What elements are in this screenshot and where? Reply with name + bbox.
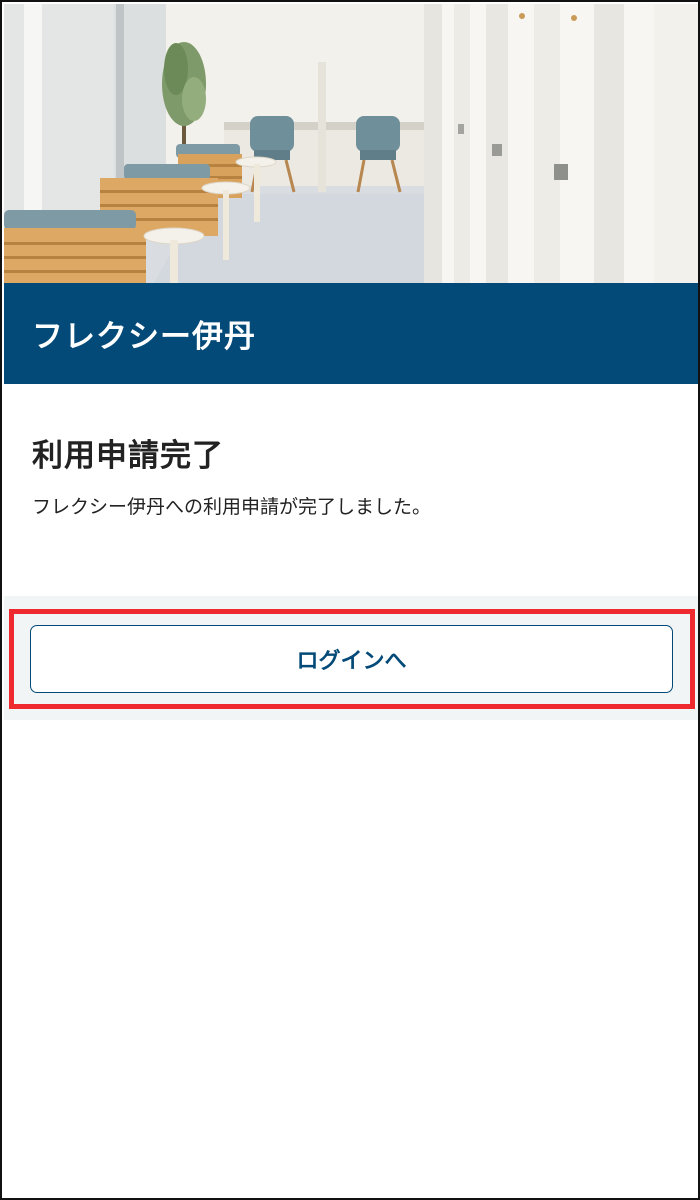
login-button[interactable]: ログインへ (30, 625, 673, 693)
completion-message: フレクシー伊丹への利用申請が完了しました。 (32, 496, 432, 518)
header-bar: フレクシー伊丹 (4, 283, 698, 384)
app-frame: フレクシー伊丹 利用申請完了 フレクシー伊丹への利用申請が完了しました。 ログイ… (0, 0, 700, 1200)
completion-heading: 利用申請完了 (32, 438, 224, 474)
hero-image (4, 4, 698, 283)
page-title: フレクシー伊丹 (32, 319, 256, 355)
